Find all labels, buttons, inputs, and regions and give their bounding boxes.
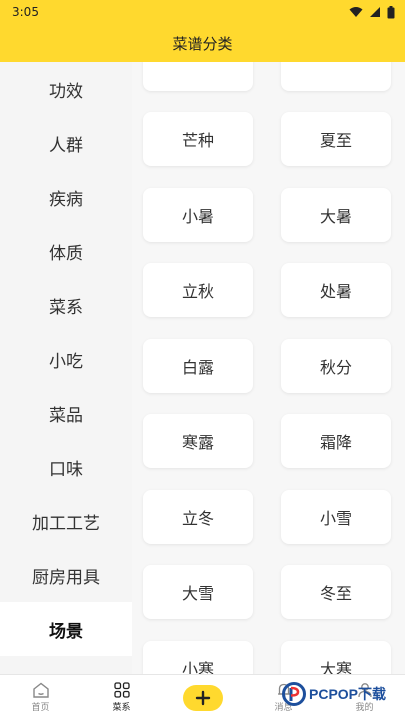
sidebar-item-taste[interactable]: 口味 bbox=[0, 440, 132, 494]
grid-cell[interactable]: 立秋 bbox=[143, 263, 253, 318]
battery-icon bbox=[387, 5, 395, 18]
tab-home-label: 首页 bbox=[31, 703, 50, 713]
grid-cell[interactable]: 大寒 bbox=[281, 640, 391, 674]
grid-cell[interactable]: 大暑 bbox=[281, 187, 391, 242]
watermark-text: PCPOP下载 bbox=[309, 686, 387, 702]
status-time: 3:05 bbox=[12, 5, 39, 19]
signal-icon bbox=[370, 7, 380, 17]
sidebar-item-scene[interactable]: 场景 bbox=[0, 602, 132, 656]
tab-home[interactable]: 首页 bbox=[0, 682, 81, 713]
tab-category[interactable]: 菜系 bbox=[81, 682, 162, 713]
sidebar-item-dish[interactable]: 菜品 bbox=[0, 386, 132, 440]
grid-cell[interactable]: 小暑 bbox=[143, 187, 253, 242]
grid-cell[interactable]: 冬至 bbox=[281, 565, 391, 620]
pcpop-logo-icon bbox=[282, 682, 306, 706]
grid-row: 小寒 大寒 bbox=[132, 630, 405, 674]
grid-cell[interactable]: 芒种 bbox=[143, 112, 253, 167]
subcategory-grid: 芒种 夏至 小暑 大暑 立秋 处暑 白露 秋分 寒露 霜降 立冬 小雪 大雪 冬… bbox=[132, 62, 405, 674]
sidebar-item-kitchenware[interactable]: 厨房用具 bbox=[0, 548, 132, 602]
grid-icon bbox=[113, 682, 130, 698]
grid-cell[interactable]: 夏至 bbox=[281, 112, 391, 167]
grid-cell[interactable]: 秋分 bbox=[281, 338, 391, 393]
sidebar-item-process[interactable]: 加工工艺 bbox=[0, 494, 132, 548]
category-sidebar[interactable]: 功效 人群 疾病 体质 菜系 小吃 菜品 口味 加工工艺 厨房用具 场景 bbox=[0, 62, 132, 674]
grid-row: 立冬 小雪 bbox=[132, 479, 405, 555]
grid-row: 寒露 霜降 bbox=[132, 404, 405, 480]
home-icon bbox=[32, 682, 49, 698]
grid-row: 芒种 夏至 bbox=[132, 102, 405, 178]
header: 菜谱分类 bbox=[0, 24, 405, 62]
sidebar-item-efficacy[interactable]: 功效 bbox=[0, 62, 132, 116]
grid-cell[interactable]: 寒露 bbox=[143, 414, 253, 469]
grid-row: 小暑 大暑 bbox=[132, 177, 405, 253]
sidebar-item-crowd[interactable]: 人群 bbox=[0, 116, 132, 170]
grid-cell[interactable]: 处暑 bbox=[281, 263, 391, 318]
grid-cell[interactable]: 白露 bbox=[143, 338, 253, 393]
sidebar-item-constitution[interactable]: 体质 bbox=[0, 224, 132, 278]
add-button[interactable] bbox=[182, 684, 223, 711]
watermark: PCPOP下载 bbox=[282, 682, 386, 706]
wifi-icon bbox=[349, 7, 363, 17]
grid-row-partial bbox=[132, 62, 405, 102]
grid-row: 大雪 冬至 bbox=[132, 555, 405, 631]
grid-cell[interactable]: 霜降 bbox=[281, 414, 391, 469]
grid-cell[interactable]: 小寒 bbox=[143, 640, 253, 674]
sidebar-item-disease[interactable]: 疾病 bbox=[0, 170, 132, 224]
grid-cell-partial[interactable] bbox=[143, 62, 253, 91]
grid-cell[interactable]: 小雪 bbox=[281, 489, 391, 544]
sidebar-item-cuisine[interactable]: 菜系 bbox=[0, 278, 132, 332]
tab-category-label: 菜系 bbox=[112, 703, 131, 713]
status-bar: 3:05 bbox=[0, 0, 405, 24]
sidebar-item-snack[interactable]: 小吃 bbox=[0, 332, 132, 386]
tab-add[interactable] bbox=[162, 684, 243, 711]
grid-cell[interactable]: 立冬 bbox=[143, 489, 253, 544]
grid-cell-partial[interactable] bbox=[281, 62, 391, 91]
grid-row: 立秋 处暑 bbox=[132, 253, 405, 329]
page-title: 菜谱分类 bbox=[172, 34, 233, 53]
grid-cell[interactable]: 大雪 bbox=[143, 565, 253, 620]
category-content[interactable]: 芒种 夏至 小暑 大暑 立秋 处暑 白露 秋分 寒露 霜降 立冬 小雪 大雪 冬… bbox=[132, 62, 405, 674]
grid-row: 白露 秋分 bbox=[132, 328, 405, 404]
plus-icon bbox=[195, 690, 210, 705]
status-icons bbox=[349, 5, 395, 19]
